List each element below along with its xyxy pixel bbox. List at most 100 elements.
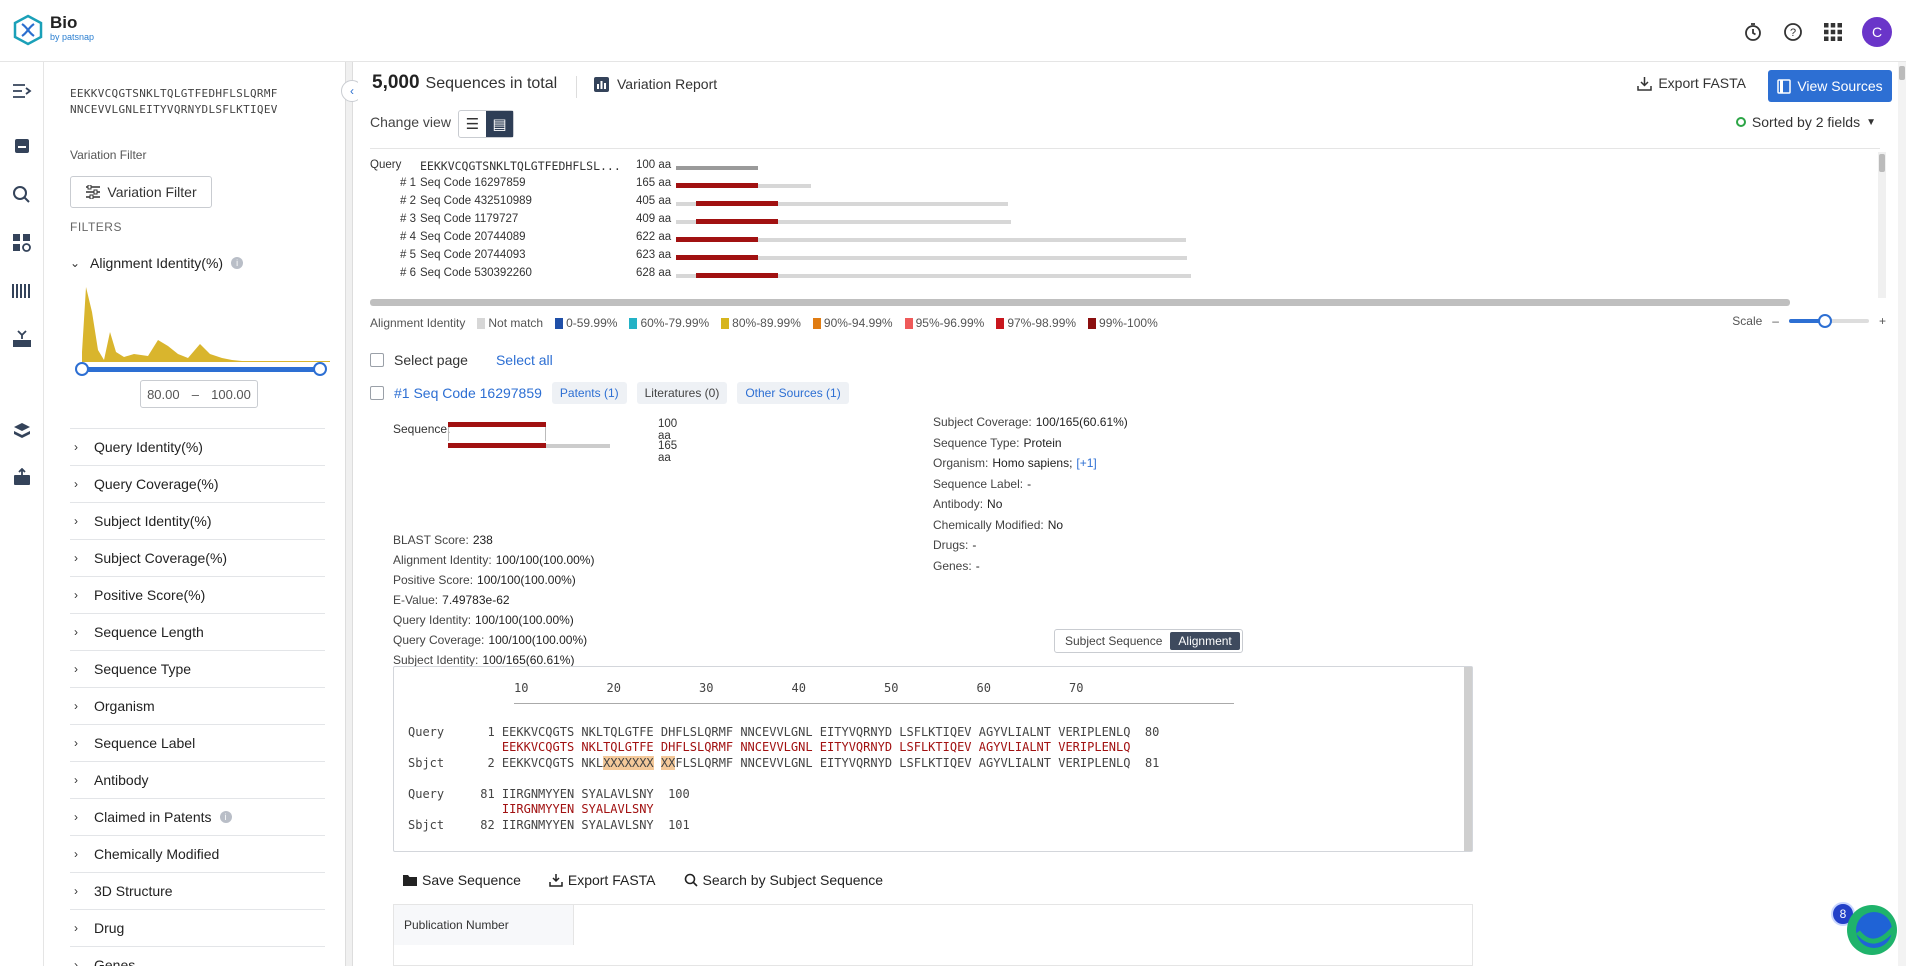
facet-item[interactable]: ›3D Structure	[70, 872, 325, 909]
user-avatar[interactable]: C	[1862, 17, 1892, 47]
range-min-input[interactable]: 80.00	[147, 387, 180, 402]
alignment-scrollbar[interactable]	[1464, 667, 1472, 851]
subject-sequence-tab[interactable]: Subject Sequence	[1057, 632, 1170, 650]
facet-item[interactable]: ›Organism	[70, 687, 325, 724]
scale-slider-handle[interactable]	[1818, 314, 1832, 328]
facet-item[interactable]: ›Positive Score(%)	[70, 576, 325, 613]
select-all-link[interactable]: Select all	[496, 352, 553, 368]
overview-horizontal-scrollbar[interactable]	[370, 299, 1790, 306]
app-logo[interactable]: Bio by patsnap	[12, 14, 94, 46]
chat-assistant-icon[interactable]	[1844, 902, 1900, 958]
facet-alignment-identity-header[interactable]: ⌄ Alignment Identity(%) i	[70, 252, 325, 274]
variation-filter-button[interactable]: Variation Filter	[70, 176, 212, 208]
page-scrollbar[interactable]	[1898, 62, 1906, 966]
other-sources-tag[interactable]: Other Sources (1)	[737, 382, 848, 404]
overview-hit-row[interactable]: # 3Seq Code 1179727409 aa	[370, 213, 1870, 231]
import-icon[interactable]	[11, 328, 33, 350]
facet-item[interactable]: ›Sequence Label	[70, 724, 325, 761]
legend-label: 0-59.99%	[566, 316, 617, 330]
facet-item[interactable]: ›Query Coverage(%)	[70, 465, 325, 502]
facet-item[interactable]: ›Antibody	[70, 761, 325, 798]
overview-name: Seq Code 20744089	[420, 231, 526, 243]
hit-checkbox[interactable]	[370, 386, 384, 400]
field-value: -	[1027, 477, 1031, 491]
range-max-handle[interactable]	[313, 362, 327, 376]
overview-hit-row[interactable]: # 1Seq Code 16297859165 aa	[370, 177, 1870, 195]
alignment-subject-line-2: Sbjct 82 IIRGNMYYEN SYALAVLSNY 101	[408, 818, 690, 832]
overview-query-row[interactable]: QueryEEKKVCQGTSNKLTQLGTFEDHFLSL...100 aa	[370, 159, 1870, 177]
overview-vertical-scrollbar[interactable]	[1878, 152, 1886, 298]
hit-title[interactable]: #1 Seq Code 16297859	[394, 385, 542, 401]
identity-legend: Alignment Identity Not match0-59.99%60%-…	[370, 316, 1158, 330]
list-view-button[interactable]: ☰	[459, 111, 486, 137]
analytics-icon[interactable]	[11, 232, 33, 254]
select-page-checkbox[interactable]	[370, 353, 384, 367]
facet-item[interactable]: ›Genes	[70, 946, 325, 966]
range-max-input[interactable]: 100.00	[211, 387, 251, 402]
legend-item: 90%-94.99%	[813, 316, 893, 330]
literatures-tag[interactable]: Literatures (0)	[637, 382, 728, 404]
ruler-tick-label: 10	[514, 681, 528, 695]
alignment-tab[interactable]: Alignment	[1170, 632, 1239, 650]
ruler-tick-label: 70	[1069, 681, 1083, 695]
facet-item[interactable]: ›Subject Coverage(%)	[70, 539, 325, 576]
hit-attributes: Subject Coverage:100/165(60.61%)Sequence…	[933, 412, 1333, 576]
facet-label: Drug	[94, 920, 124, 936]
select-page-label[interactable]: Select page	[394, 352, 468, 368]
layers-icon[interactable]	[11, 420, 33, 442]
saved-icon[interactable]	[11, 135, 33, 157]
overview-length: 628 aa	[636, 267, 671, 279]
facet-item[interactable]: ›Claimed in Patentsi	[70, 798, 325, 835]
export-fasta-action[interactable]: Export FASTA	[549, 872, 656, 888]
help-icon[interactable]: ?	[1782, 21, 1804, 43]
scale-slider[interactable]	[1789, 319, 1869, 323]
info-icon[interactable]: i	[231, 257, 243, 269]
scale-minus-button[interactable]: –	[1772, 314, 1779, 328]
result-summary: 5,000 Sequences in total	[372, 72, 557, 94]
variation-report-button[interactable]: Variation Report	[594, 76, 717, 92]
sort-dropdown[interactable]: Sorted by 2 fields ▼	[1736, 114, 1876, 130]
facet-item[interactable]: ›Query Identity(%)	[70, 428, 325, 465]
facet-item[interactable]: ›Sequence Length	[70, 613, 325, 650]
detail-field: Drugs:-	[933, 535, 1333, 556]
overview-bar-hit	[676, 183, 758, 188]
field-value: 100/100(100.00%)	[475, 613, 574, 627]
organism-more-link[interactable]: [+1]	[1076, 456, 1096, 470]
scale-plus-button[interactable]: +	[1879, 314, 1886, 328]
barcode-icon[interactable]	[11, 280, 33, 302]
range-min-handle[interactable]	[75, 362, 89, 376]
identity-range-slider[interactable]	[82, 362, 320, 376]
export-box-icon[interactable]	[11, 466, 33, 488]
export-fasta-button[interactable]: Export FASTA	[1637, 75, 1746, 91]
save-sequence-button[interactable]: Save Sequence	[403, 872, 521, 888]
info-icon[interactable]: i	[220, 811, 232, 823]
view-sources-label: View Sources	[1797, 78, 1882, 94]
facet-item[interactable]: ›Drug	[70, 909, 325, 946]
facet-item[interactable]: ›Chemically Modified	[70, 835, 325, 872]
field-value: Homo sapiens;	[992, 456, 1072, 470]
view-sources-button[interactable]: View Sources	[1768, 70, 1892, 102]
search-icon[interactable]	[11, 184, 33, 206]
patents-tag[interactable]: Patents (1)	[552, 382, 627, 404]
menu-expand-icon[interactable]	[11, 80, 33, 102]
overview-bar-hit	[696, 219, 778, 224]
field-value: Protein	[1024, 436, 1062, 450]
panel-splitter[interactable]	[345, 62, 353, 966]
search-by-subject-button[interactable]: Search by Subject Sequence	[684, 872, 884, 888]
overview-name: Seq Code 530392260	[420, 267, 532, 279]
overview-hit-row[interactable]: # 5Seq Code 20744093623 aa	[370, 249, 1870, 267]
field-value: 100/100(100.00%)	[488, 633, 587, 647]
apps-grid-icon[interactable]	[1822, 21, 1844, 43]
query-sequence-preview[interactable]: EEKKVCQGTSNKLTQLGTFEDHFLSLQRMF NNCEVVLGN…	[70, 86, 330, 118]
timer-icon[interactable]	[1742, 21, 1764, 43]
detail-view-button[interactable]: ▤	[486, 111, 513, 137]
facet-label: Genes	[94, 957, 135, 966]
facet-item[interactable]: ›Sequence Type	[70, 650, 325, 687]
overview-hit-row[interactable]: # 6Seq Code 530392260628 aa	[370, 267, 1870, 285]
overview-hit-row[interactable]: # 2Seq Code 432510989405 aa	[370, 195, 1870, 213]
facet-item[interactable]: ›Subject Identity(%)	[70, 502, 325, 539]
publication-number-header[interactable]: Publication Number	[394, 905, 574, 945]
facet-label: Sequence Length	[94, 624, 204, 640]
field-key: Query Coverage:	[393, 633, 484, 647]
overview-hit-row[interactable]: # 4Seq Code 20744089622 aa	[370, 231, 1870, 249]
